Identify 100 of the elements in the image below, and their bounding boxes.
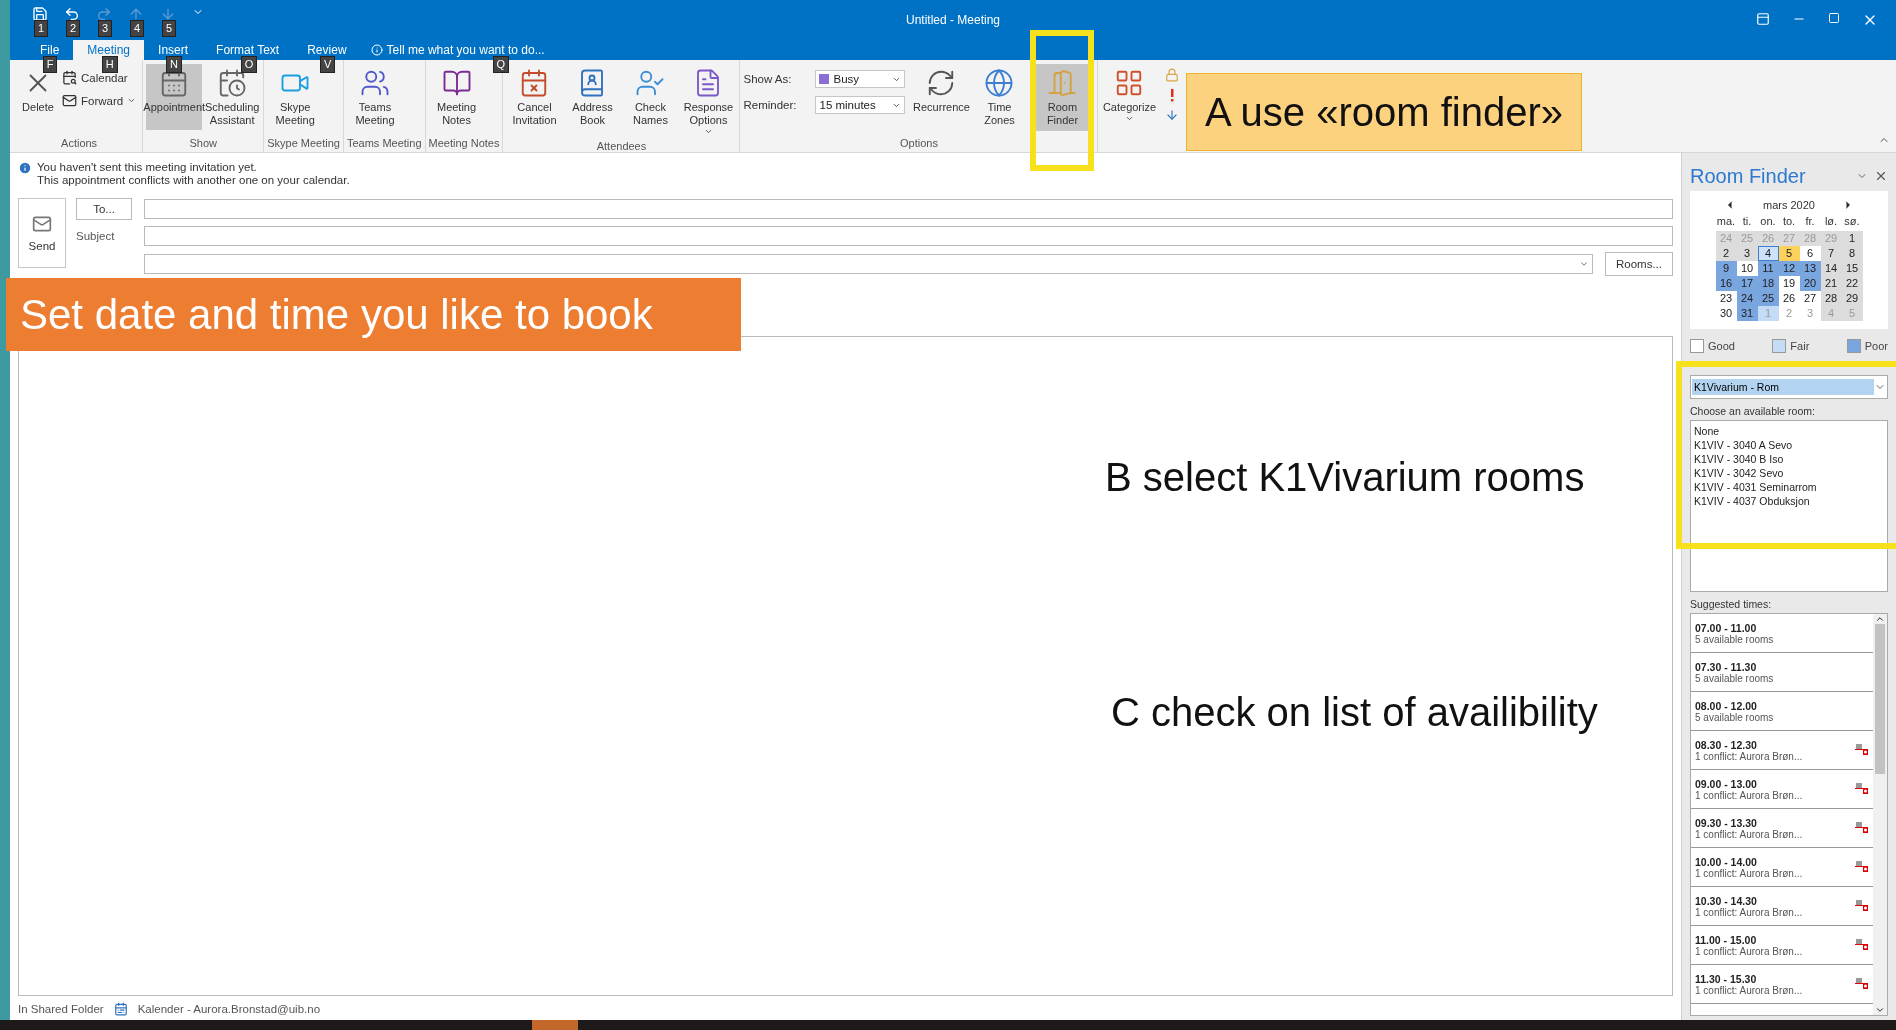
user-check-icon <box>635 68 666 98</box>
calendar-day[interactable]: 22 <box>1841 276 1863 291</box>
keytip-badge: 1 <box>34 20 49 37</box>
ribbon-tab[interactable]: Meeting <box>73 40 145 60</box>
check-names-button[interactable]: Check Names <box>622 64 679 131</box>
room-item[interactable]: K1VIV - 3040 B Iso <box>1694 452 1884 466</box>
to-button[interactable]: To... <box>76 198 132 220</box>
calendar-day[interactable]: 14 <box>1820 261 1842 276</box>
rooms-label: Choose an available room: <box>1690 405 1816 417</box>
calendar-day[interactable]: 13 <box>1799 261 1821 276</box>
suggested-times-label: Suggested times: <box>1690 598 1773 610</box>
send-button[interactable]: Send <box>18 198 66 268</box>
info-message: You haven't sent this meeting invitation yet. <box>37 161 258 173</box>
weekday-label: to. <box>1781 215 1797 229</box>
location-field[interactable] <box>144 254 1593 274</box>
calendar-day[interactable]: 2 <box>1715 246 1737 261</box>
envelope-icon <box>32 214 52 234</box>
group-label: Attendees <box>595 140 648 154</box>
calendar-day[interactable]: 16 <box>1715 276 1737 291</box>
weekday-label: on. <box>1759 215 1777 229</box>
calendar-day[interactable]: 29 <box>1841 291 1863 306</box>
calendar-day[interactable]: 12 <box>1778 261 1800 276</box>
weekday-label: fr. <box>1804 215 1816 229</box>
calendar-day[interactable]: 21 <box>1820 276 1842 291</box>
calendar-day[interactable]: 7 <box>1820 246 1842 261</box>
keytip-badge: O <box>240 56 258 73</box>
calendar-day[interactable]: 11 <box>1757 261 1779 276</box>
keytip-badge: 5 <box>162 20 177 37</box>
forward-button[interactable]: Forward <box>59 91 140 110</box>
message-body-field[interactable] <box>18 336 1673 996</box>
close-icon[interactable] <box>1874 169 1888 183</box>
calendar-day[interactable]: 18 <box>1757 276 1779 291</box>
shared-calendar-icon <box>113 1002 128 1016</box>
calendar-day[interactable]: 24 <box>1736 291 1758 306</box>
legend-label: Good <box>1708 340 1735 352</box>
calendar-clock-icon <box>217 68 248 98</box>
calendar-day[interactable]: 9 <box>1715 261 1737 276</box>
calendar-day[interactable]: 20 <box>1799 276 1821 291</box>
caret-icon <box>1579 259 1589 269</box>
show-as-dropdown[interactable]: Busy <box>815 70 906 88</box>
weekday-label: ti. <box>1741 215 1753 229</box>
weekday-label: lø. <box>1823 215 1839 229</box>
annotation-callout: Set date and time you like to book <box>6 278 741 351</box>
show-as-label: Show As: <box>743 73 793 85</box>
save-icon[interactable] <box>32 6 48 22</box>
subject-label: Subject <box>76 230 116 242</box>
scrollbar[interactable] <box>1873 614 1887 1015</box>
envelope-icon <box>62 93 77 108</box>
categorize-button[interactable]: Categorize <box>1101 64 1158 130</box>
panel-title: Room Finder <box>1690 164 1807 188</box>
calendar-icon <box>62 70 77 85</box>
calendar-day[interactable]: 15 <box>1841 261 1863 276</box>
teams-meeting-button[interactable]: Teams Meeting <box>346 64 403 131</box>
time-zones-button[interactable]: Time Zones <box>971 64 1028 131</box>
keytip-badge: 2 <box>66 20 81 37</box>
group-label: Options <box>899 137 939 151</box>
calendar-day[interactable]: 8 <box>1841 246 1863 261</box>
legend-label: Poor <box>1864 340 1888 352</box>
window-title: Untitled - Meeting <box>906 13 1000 27</box>
group-label: Meeting Notes <box>428 137 500 151</box>
people-icon <box>359 68 390 98</box>
info-icon <box>18 161 32 175</box>
reminder-dropdown[interactable]: 15 minutes <box>815 96 906 114</box>
calendar-day[interactable]: 28 <box>1820 291 1842 306</box>
address-book-button[interactable]: Address Book <box>564 64 621 131</box>
meeting-notes-button[interactable]: Meeting Notes <box>428 64 485 131</box>
calendar-day[interactable]: 4 <box>1757 246 1779 261</box>
calendar-day[interactable]: 25 <box>1757 291 1779 306</box>
weekday-label: sø. <box>1843 215 1861 229</box>
scroll-down-icon[interactable] <box>1875 1005 1885 1015</box>
restore-icon[interactable] <box>1828 12 1840 24</box>
globe-icon <box>984 68 1015 98</box>
calendar-day[interactable]: 31 <box>1736 306 1758 321</box>
calendar-day[interactable]: 5 <box>1778 246 1800 261</box>
rooms-button[interactable]: Rooms... <box>1605 252 1673 276</box>
keytip-badge: 3 <box>98 20 113 37</box>
recurrence-button[interactable]: Recurrence <box>913 64 970 130</box>
undo-icon[interactable] <box>64 6 80 22</box>
response-options-button[interactable]: Response Options <box>680 64 737 140</box>
door-icon <box>1047 68 1078 98</box>
calendar-day[interactable]: 1 <box>1841 231 1863 246</box>
room-item[interactable]: None <box>1694 424 1884 438</box>
annotation-text: B select K1Vivarium rooms <box>1105 455 1585 500</box>
to-field[interactable] <box>144 199 1673 219</box>
scroll-up-icon[interactable] <box>1875 614 1885 624</box>
keytip-badge: Q <box>492 56 510 73</box>
ribbon-options-icon[interactable] <box>1756 12 1770 26</box>
group-label: Teams Meeting <box>346 137 422 151</box>
room-item[interactable]: K1VIV - 4031 Seminarrom <box>1694 480 1884 494</box>
calendar-day[interactable]: 17 <box>1736 276 1758 291</box>
room-finder-button[interactable]: Room Finder <box>1034 64 1091 131</box>
room-list-dropdown[interactable]: K1Vivarium - Rom <box>1690 375 1888 399</box>
room-item[interactable]: K1VIV - 4037 Obduksjon <box>1694 494 1884 508</box>
room-item[interactable]: K1VIV - 3040 A Sevo <box>1694 438 1884 452</box>
subject-field[interactable] <box>144 226 1673 246</box>
room-item[interactable]: K1VIV - 3042 Sevo <box>1694 466 1884 480</box>
folder-label: In Shared Folder <box>18 1003 104 1015</box>
calendar-day[interactable]: 3 <box>1736 246 1758 261</box>
annotation-text: C check on list of availibility <box>1111 690 1598 735</box>
annotation-callout: A use «room finder» <box>1186 73 1582 151</box>
